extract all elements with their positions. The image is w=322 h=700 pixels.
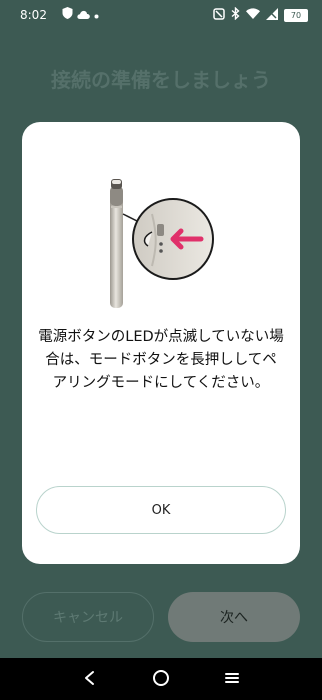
- wifi-icon: [246, 8, 260, 22]
- navigation-bar: [0, 658, 322, 700]
- status-right-icons: 70: [213, 6, 308, 23]
- battery-icon: 70: [284, 8, 308, 22]
- cancel-button[interactable]: キャンセル: [22, 592, 154, 642]
- dialog-message: 電源ボタンのLEDが点滅していない場合は、モードボタンを長押ししてペアリングモー…: [38, 329, 284, 391]
- home-icon[interactable]: [149, 666, 173, 690]
- back-icon[interactable]: [78, 666, 102, 690]
- ok-button[interactable]: OK: [36, 486, 286, 534]
- signal-icon: [266, 7, 278, 23]
- device-illustration: [102, 174, 222, 308]
- bluetooth-icon: [231, 6, 240, 23]
- recents-icon[interactable]: [220, 666, 244, 690]
- status-bar: 8:02 70: [0, 0, 322, 30]
- next-button[interactable]: 次へ: [168, 592, 300, 642]
- page-title: 接続の準備をしましょう: [51, 68, 271, 92]
- shield-icon: [62, 7, 73, 22]
- status-time: 8:02: [20, 8, 47, 22]
- device-body: [110, 179, 123, 308]
- status-left-icons: [62, 7, 99, 22]
- pairing-dialog: 電源ボタンのLEDが点滅していない場合は、モードボタンを長押ししてペアリングモー…: [22, 122, 300, 564]
- cloud-icon: [77, 8, 90, 22]
- nfc-icon: [213, 7, 225, 23]
- dot-icon: [94, 8, 99, 22]
